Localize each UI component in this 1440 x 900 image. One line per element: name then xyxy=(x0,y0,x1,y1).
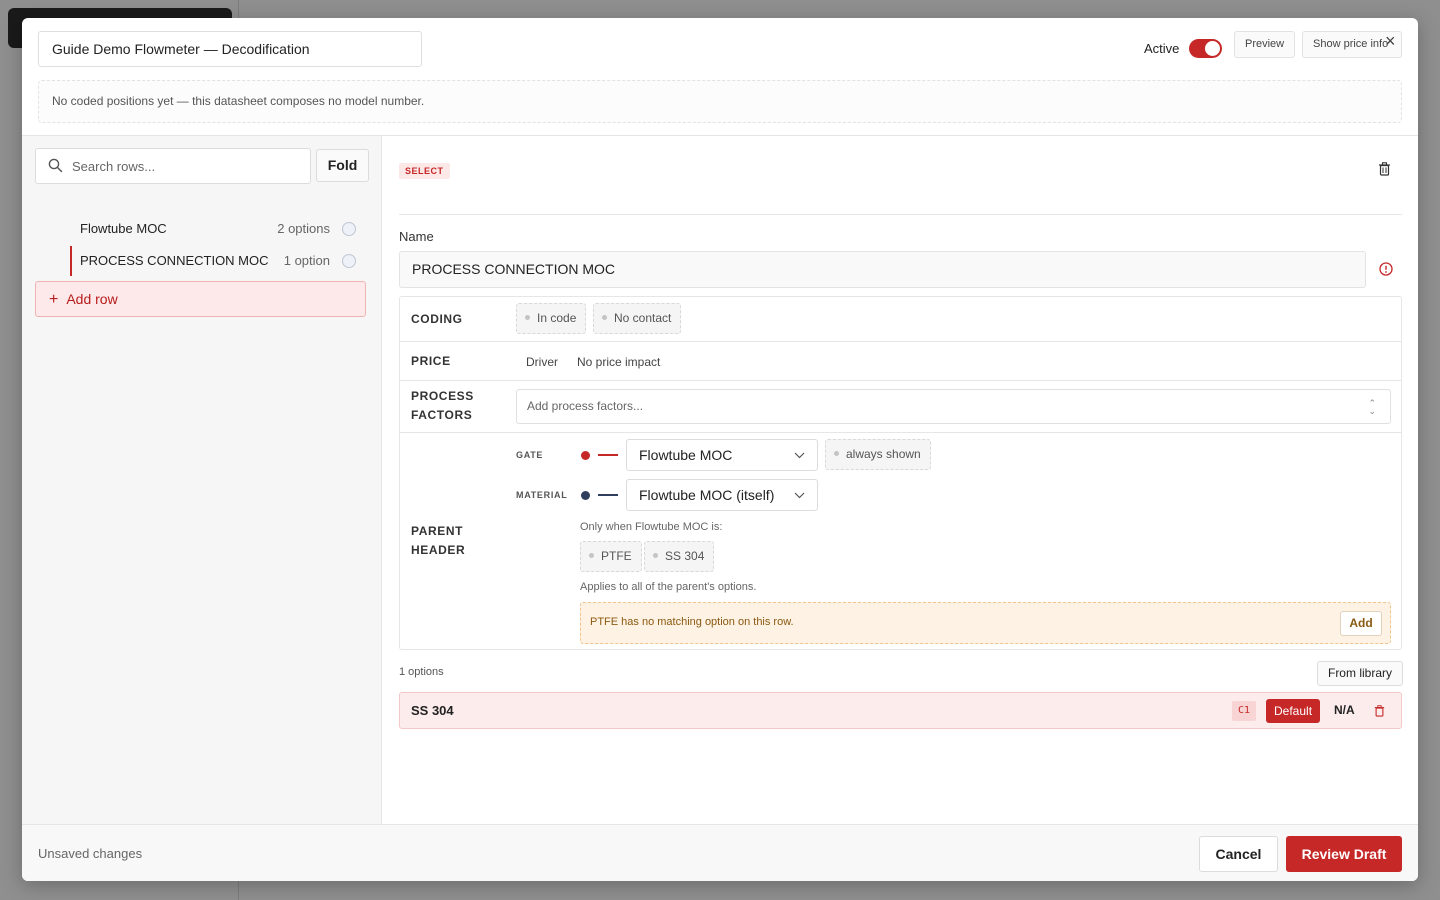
chip-dot xyxy=(589,553,594,559)
default-badge[interactable]: Default xyxy=(1266,699,1321,723)
coding-label: CODING xyxy=(411,312,463,326)
option-price: N/A xyxy=(1334,703,1355,717)
unsaved-status: Unsaved changes xyxy=(38,846,143,861)
row-name-input[interactable]: PROCESS CONNECTION MOC xyxy=(399,251,1366,288)
condition-chip-ss304[interactable]: SS 304 xyxy=(644,541,715,572)
toggle-knob xyxy=(1205,41,1220,56)
condition-chip-ptfe[interactable]: PTFE xyxy=(580,541,642,572)
gate-color-dash xyxy=(598,454,618,456)
price-row: PRICE Driver No price impact xyxy=(400,342,1401,381)
process-factors-select[interactable]: Add process factors... ⌃ ⌄ xyxy=(516,389,1391,424)
add-row-label: Add row xyxy=(66,291,118,307)
detail-divider xyxy=(399,214,1402,215)
chip-dot xyxy=(653,553,658,559)
from-library-button[interactable]: From library xyxy=(1317,661,1403,686)
no-matching-warning: PTFE has no matching option on this row.… xyxy=(580,602,1391,644)
applies-text: Applies to all of the parent's options. xyxy=(580,581,757,593)
option-name: SS 304 xyxy=(411,703,454,718)
chip-dot xyxy=(834,451,839,457)
warning-text: PTFE has no matching option on this row. xyxy=(590,616,794,628)
always-shown-chip: always shown xyxy=(825,439,931,470)
datasheet-title-input[interactable]: Guide Demo Flowmeter — Decodification xyxy=(38,31,422,67)
search-placeholder: Search rows... xyxy=(72,159,156,174)
only-when-text: Only when Flowtube MOC is: xyxy=(580,521,723,533)
delete-option-trash-icon[interactable] xyxy=(1374,704,1385,722)
options-count: 1 options xyxy=(399,666,444,678)
chip-label: In code xyxy=(537,311,577,325)
name-label: Name xyxy=(399,229,434,244)
option-row[interactable]: SS 304 C1 Default N/A xyxy=(399,692,1402,729)
chip-label: PTFE xyxy=(601,549,632,563)
coding-row: CODING In code No contact xyxy=(400,297,1401,342)
plus-icon: + xyxy=(49,291,59,308)
close-icon[interactable]: × xyxy=(1385,31,1396,51)
row-label: Flowtube MOC xyxy=(80,221,167,236)
price-label: PRICE xyxy=(411,354,451,368)
coding-chip-no-contact[interactable]: No contact xyxy=(593,303,682,334)
active-label: Active xyxy=(1144,41,1180,56)
row-option-count: 1 option xyxy=(283,253,330,268)
modal-footer: Unsaved changes Cancel Review Draft xyxy=(22,824,1418,881)
sidebar-row-flowtube-moc[interactable]: Flowtube MOC 2 options xyxy=(80,214,358,244)
add-row-button[interactable]: + Add row xyxy=(35,281,366,317)
material-select-value: Flowtube MOC (itself) xyxy=(639,487,775,503)
material-color-dot xyxy=(581,491,590,500)
gate-select-value: Flowtube MOC xyxy=(639,447,733,463)
chip-label: SS 304 xyxy=(665,549,705,563)
material-select[interactable]: Flowtube MOC (itself) xyxy=(626,479,818,511)
decodification-modal: Guide Demo Flowmeter — Decodification Ac… xyxy=(22,18,1418,881)
parent-header-label: PARENT HEADER xyxy=(411,524,466,557)
price-driver[interactable]: Driver xyxy=(526,355,558,369)
link-icon[interactable] xyxy=(342,254,356,268)
search-icon xyxy=(48,158,63,178)
row-type-badge: SELECT xyxy=(399,163,450,179)
gate-select[interactable]: Flowtube MOC xyxy=(626,439,818,471)
process-factors-placeholder: Add process factors... xyxy=(527,399,644,413)
option-code-badge: C1 xyxy=(1232,701,1257,721)
chip-dot xyxy=(525,315,530,321)
fold-button[interactable]: Fold xyxy=(316,149,369,182)
price-impact[interactable]: No price impact xyxy=(577,355,660,369)
active-toggle[interactable] xyxy=(1189,39,1222,58)
process-factors-row: PROCESS FACTORS Add process factors... ⌃ ⌄ xyxy=(400,381,1401,433)
chip-label: No contact xyxy=(614,311,672,325)
sidebar-row-process-connection-moc[interactable]: PROCESS CONNECTION MOC 1 option xyxy=(70,246,358,276)
row-label: PROCESS CONNECTION MOC xyxy=(80,253,269,268)
preview-button[interactable]: Preview xyxy=(1234,31,1296,58)
rows-sidebar: Search rows... Fold Flowtube MOC 2 optio… xyxy=(22,136,382,824)
gate-color-dot xyxy=(581,451,590,460)
info-icon[interactable] xyxy=(1379,262,1393,281)
material-label: MATERIAL xyxy=(516,490,568,500)
coding-chip-in-code[interactable]: In code xyxy=(516,303,587,334)
search-rows-input[interactable]: Search rows... xyxy=(35,148,311,184)
chevron-down-icon xyxy=(794,480,805,520)
row-properties-table: CODING In code No contact PRICE Driver N… xyxy=(399,296,1402,650)
updown-chevron-icon: ⌃ ⌄ xyxy=(1368,398,1376,416)
delete-row-trash-icon[interactable] xyxy=(1378,162,1391,181)
warning-add-button[interactable]: Add xyxy=(1340,611,1382,636)
model-number-notice: No coded positions yet — this datasheet … xyxy=(38,80,1402,123)
chip-dot xyxy=(602,315,607,321)
chevron-down-icon xyxy=(794,440,805,480)
process-factors-label: PROCESS FACTORS xyxy=(411,389,474,422)
material-color-dash xyxy=(598,494,618,496)
chip-label: always shown xyxy=(846,447,921,461)
cancel-button[interactable]: Cancel xyxy=(1199,836,1278,872)
review-draft-button[interactable]: Review Draft xyxy=(1286,836,1402,872)
link-icon[interactable] xyxy=(342,222,356,236)
gate-label: GATE xyxy=(516,450,544,460)
row-option-count: 2 options xyxy=(277,221,330,236)
row-detail-panel: SELECT Name PROCESS CONNECTION MOC CODIN… xyxy=(383,136,1418,824)
